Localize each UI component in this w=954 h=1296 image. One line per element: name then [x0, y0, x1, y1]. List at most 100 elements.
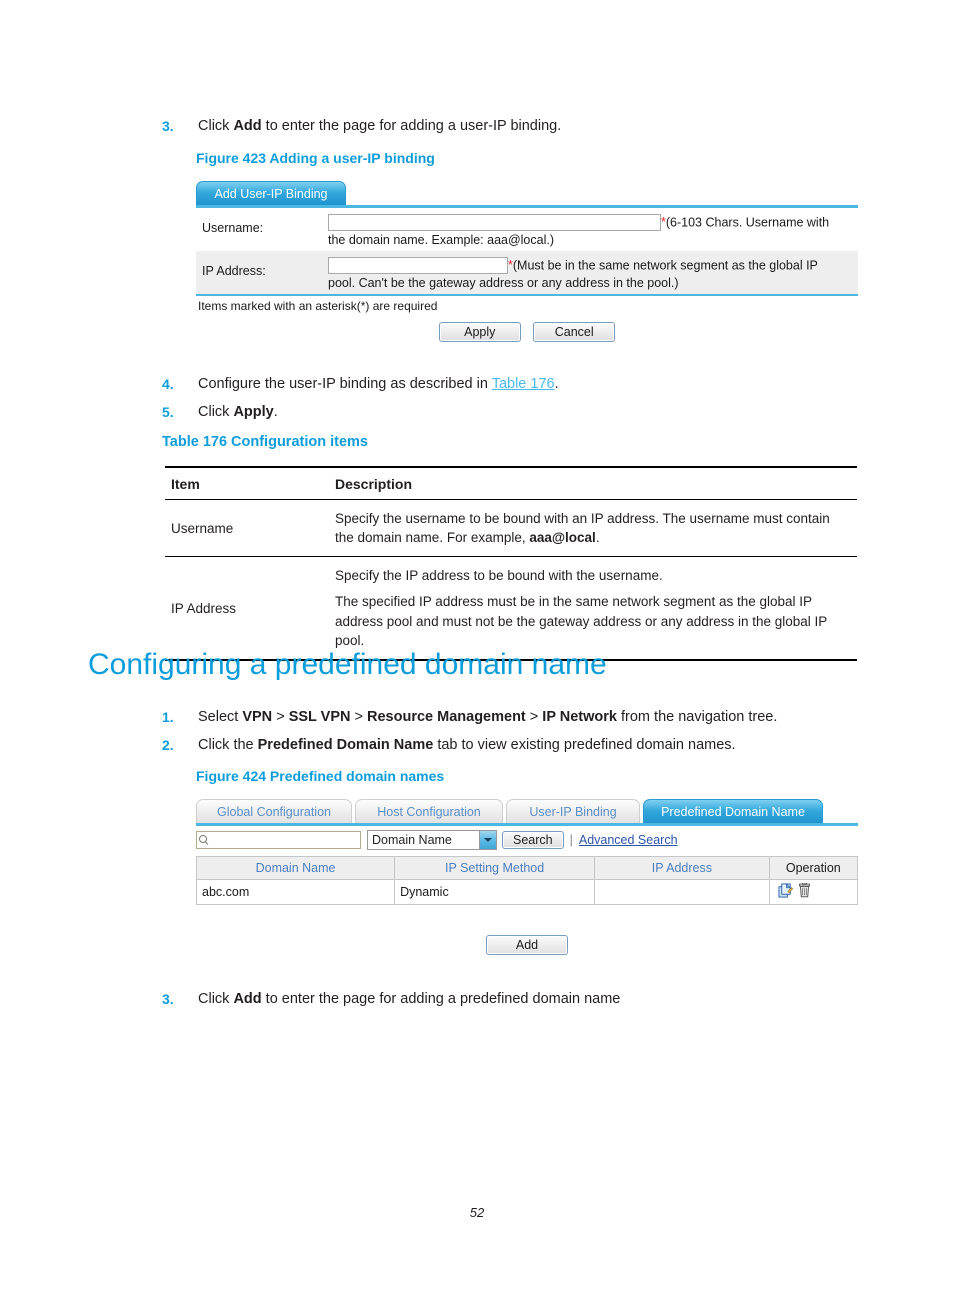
chevron-down-icon: [479, 831, 496, 849]
column-header-operation: Operation: [768, 856, 859, 880]
tab-global-configuration[interactable]: Global Configuration: [196, 799, 352, 823]
nav-text: Select: [198, 709, 243, 725]
nav-resource-management: Resource Management: [367, 709, 526, 725]
required-fields-note: Items marked with an asterisk(*) are req…: [198, 299, 438, 313]
cell-domain-name: abc.com: [195, 879, 396, 905]
step-text-pre: Click the: [198, 737, 258, 753]
add-button[interactable]: Add: [486, 935, 568, 955]
ip-address-hint-inline: (Must be in the same network segment as …: [512, 258, 818, 273]
username-field-wrap: *(6-103 Chars. Username with the domain …: [328, 214, 858, 247]
figure-424-caption: Figure 424 Predefined domain names: [196, 768, 445, 784]
description-bold-example: aaa@local: [529, 530, 596, 546]
step-item: 1. Select VPN > SSL VPN > Resource Manag…: [162, 708, 862, 728]
table-header-row: Item Description: [165, 466, 857, 500]
tab-user-ip-binding[interactable]: User-IP Binding: [506, 799, 640, 823]
username-hint-inline: (6-103 Chars. Username with: [665, 215, 830, 230]
table-header-row: Domain Name IP Setting Method IP Address…: [195, 856, 859, 880]
edit-icon[interactable]: [778, 883, 793, 898]
nav-sep: >: [272, 709, 289, 725]
ip-address-label: IP Address:: [202, 264, 266, 278]
tab-label: Global Configuration: [217, 805, 331, 819]
step-text-post: .: [554, 376, 559, 392]
cancel-button[interactable]: Cancel: [533, 322, 616, 342]
panel-tabstrip: Global Configuration Host Configuration …: [196, 796, 858, 826]
form-row-ip-address: IP Address: *(Must be in the same networ…: [196, 251, 858, 294]
figure-423-caption: Figure 423 Adding a user-IP binding: [196, 150, 435, 166]
step-text-bold: Predefined Domain Name: [257, 737, 434, 753]
tab-label: User-IP Binding: [529, 805, 617, 819]
nav-vpn: VPN: [242, 709, 273, 725]
predefined-domain-names-table: Domain Name IP Setting Method IP Address…: [195, 856, 859, 905]
step-item: 3. Click Add to enter the page for addin…: [162, 117, 862, 137]
column-header-item: Item: [165, 466, 329, 500]
tab-add-user-ip-binding[interactable]: Add User-IP Binding: [196, 181, 346, 205]
row-description-username: Specify the username to be bound with an…: [329, 499, 857, 558]
tab-label: Predefined Domain Name: [661, 805, 805, 819]
column-header-description: Description: [329, 466, 857, 500]
search-input[interactable]: [196, 831, 361, 849]
step-text: Select VPN > SSL VPN > Resource Manageme…: [198, 708, 862, 728]
step-item: 5. Click Apply.: [162, 403, 862, 423]
panel-tabstrip: Add User-IP Binding: [196, 178, 858, 208]
table-row: Username Specify the username to be boun…: [165, 499, 857, 558]
step-text: Click the Predefined Domain Name tab to …: [198, 736, 862, 756]
row-description-ip-address: Specify the IP address to be bound with …: [329, 556, 857, 661]
panel-button-row: Apply Cancel: [196, 322, 858, 342]
description-paragraph: The specified IP address must be in the …: [335, 594, 828, 648]
nav-tail: from the navigation tree.: [616, 709, 778, 725]
tab-host-configuration[interactable]: Host Configuration: [355, 799, 503, 823]
column-header-ip-address[interactable]: IP Address: [594, 856, 770, 880]
step-text-bold: Add: [233, 991, 262, 1007]
step-text-bold: Apply: [233, 404, 274, 420]
step-text-post: .: [273, 404, 278, 420]
step-item: 3. Click Add to enter the page for addin…: [162, 990, 862, 1010]
table-row: abc.com Dynamic: [195, 879, 859, 905]
cell-ip-setting-method: Dynamic: [394, 879, 596, 905]
step-number: 2.: [162, 737, 174, 753]
cell-operations: [768, 879, 859, 905]
operation-icons: [778, 883, 811, 898]
search-icon: [199, 834, 210, 846]
search-button[interactable]: Search: [502, 831, 564, 849]
delete-icon[interactable]: [798, 883, 811, 898]
table-176: Item Description Username Specify the us…: [165, 466, 857, 661]
step-number: 4.: [162, 376, 174, 392]
tab-predefined-domain-name[interactable]: Predefined Domain Name: [643, 799, 823, 823]
step-text-pre: Click: [198, 404, 234, 420]
row-item-ip-address: IP Address: [165, 556, 329, 661]
step-item: 4. Configure the user-IP binding as desc…: [162, 375, 862, 395]
step-text-post: tab to view existing predefined domain n…: [433, 737, 736, 753]
step-text-post: to enter the page for adding a user-IP b…: [261, 118, 562, 134]
ip-address-input[interactable]: [328, 257, 508, 274]
column-header-ip-setting-method[interactable]: IP Setting Method: [394, 856, 596, 880]
step-item: 2. Click the Predefined Domain Name tab …: [162, 736, 862, 756]
username-input[interactable]: [328, 214, 661, 231]
add-user-ip-binding-panel: Add User-IP Binding Username: *(6-103 Ch…: [196, 178, 858, 342]
nav-ip-network: IP Network: [542, 709, 617, 725]
ip-address-field-wrap: *(Must be in the same network segment as…: [328, 257, 858, 290]
search-field-select[interactable]: Domain Name: [367, 830, 497, 850]
step-number: 3.: [162, 991, 174, 1007]
toolbar-divider: |: [569, 833, 573, 847]
advanced-search-link[interactable]: Advanced Search: [579, 833, 678, 847]
step-number: 3.: [162, 118, 174, 134]
apply-button[interactable]: Apply: [438, 322, 521, 342]
row-item-username: Username: [165, 499, 329, 558]
step-text: Click Add to enter the page for adding a…: [198, 990, 862, 1010]
description-text-end: .: [595, 530, 600, 546]
step-text-pre: Click: [198, 991, 234, 1007]
step-text-pre: Configure the user-IP binding as describ…: [198, 376, 492, 392]
page-number: 52: [469, 1205, 485, 1220]
step-number: 1.: [162, 709, 174, 725]
table-row: IP Address Specify the IP address to be …: [165, 556, 857, 661]
panel-button-row: Add: [196, 935, 858, 955]
search-toolbar: Domain Name Search | Advanced Search: [196, 828, 858, 852]
document-page: 3. Click Add to enter the page for addin…: [0, 0, 954, 1296]
column-header-domain-name[interactable]: Domain Name: [195, 856, 396, 880]
nav-sep: >: [525, 709, 543, 725]
tab-label: Add User-IP Binding: [214, 187, 328, 201]
step-text-bold: Add: [233, 118, 262, 134]
step-text: Click Apply.: [198, 403, 862, 423]
ip-address-hint-wrap: pool. Can't be the gateway address or an…: [328, 276, 679, 290]
table-176-crossref-link[interactable]: Table 176: [492, 376, 555, 392]
